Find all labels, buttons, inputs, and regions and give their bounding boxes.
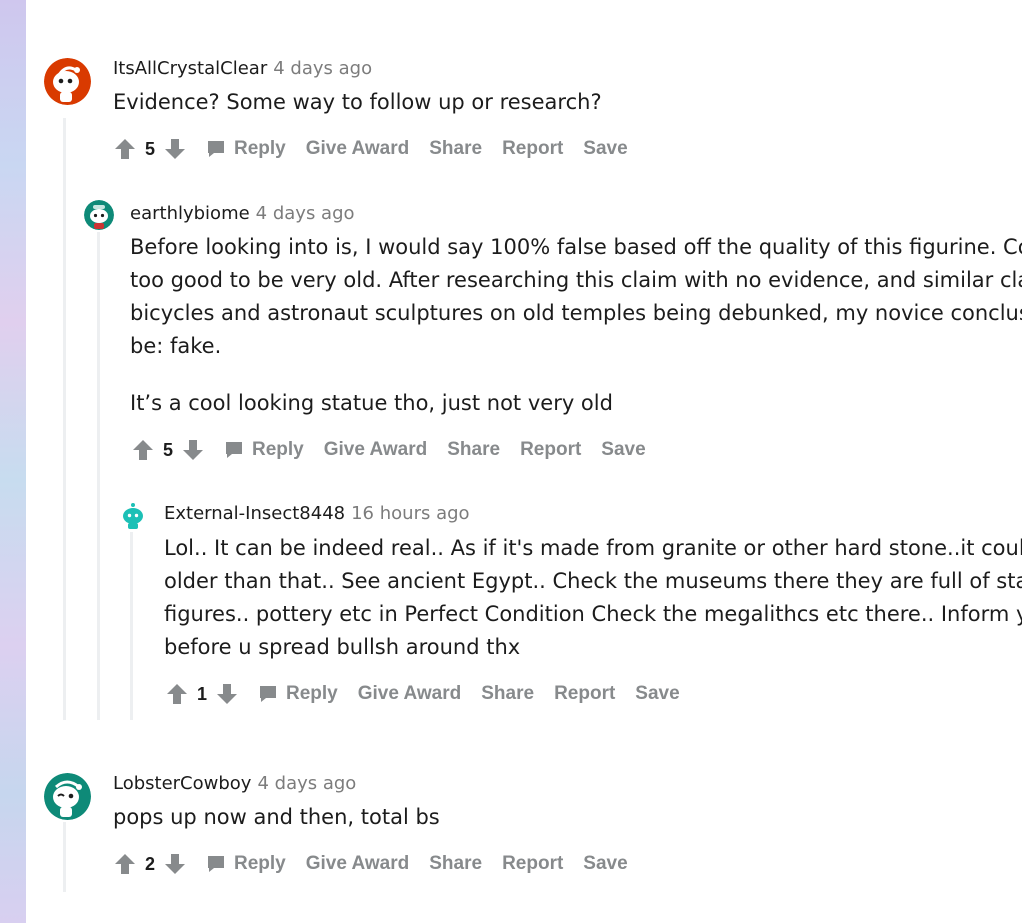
comment-line: Lol.. It can be indeed real.. As if it's… <box>164 536 1022 560</box>
downvote-icon <box>165 139 185 159</box>
comment-line: Evidence? Some way to follow up or resea… <box>113 90 602 114</box>
reply-button[interactable]: Reply <box>258 683 338 705</box>
reply-button[interactable]: Reply <box>206 138 286 160</box>
snoo-avatar-icon <box>84 200 114 230</box>
downvote-icon <box>217 684 237 704</box>
snoo-avatar-icon <box>44 773 91 820</box>
downvote-icon <box>165 854 185 874</box>
avatar[interactable] <box>44 58 91 105</box>
upvote-icon <box>167 684 187 704</box>
reply-label: Reply <box>234 138 286 159</box>
thread-line[interactable] <box>130 532 133 720</box>
upvote-icon <box>133 440 153 460</box>
comment-actions: 1 Reply Give Award Share Report Save <box>164 679 680 709</box>
downvote-button[interactable] <box>214 681 240 707</box>
upvote-icon <box>115 139 135 159</box>
comment-body: Before looking into is, I would say 100%… <box>130 231 1022 420</box>
comment-meta: earthlybiome 4 days ago <box>130 203 355 225</box>
reply-button[interactable]: Reply <box>224 439 304 461</box>
save-button[interactable]: Save <box>601 439 645 461</box>
comment-actions: 5 Reply Give Award Share Report Save <box>130 435 646 465</box>
snoo-avatar-icon <box>44 58 91 105</box>
avatar[interactable] <box>118 501 148 531</box>
thread-line[interactable] <box>63 822 66 892</box>
upvote-button[interactable] <box>164 681 190 707</box>
share-button[interactable]: Share <box>481 683 534 705</box>
avatar[interactable] <box>84 200 114 230</box>
give-award-button[interactable]: Give Award <box>358 683 462 705</box>
share-button[interactable]: Share <box>429 853 482 875</box>
comment-bubble-icon <box>226 442 242 458</box>
comment-line: Before looking into is, I would say 100%… <box>130 235 1022 259</box>
vote-score: 5 <box>144 138 155 159</box>
save-button[interactable]: Save <box>583 853 627 875</box>
comment-body: Lol.. It can be indeed real.. As if it's… <box>164 532 1022 664</box>
upvote-button[interactable] <box>112 851 138 877</box>
comment-meta: ItsAllCrystalClear 4 days ago <box>113 58 372 80</box>
comment-actions: 5 Reply Give Award Share Report Save <box>112 134 628 164</box>
upvote-icon <box>115 854 135 874</box>
username[interactable]: ItsAllCrystalClear <box>113 58 267 79</box>
username[interactable]: earthlybiome <box>130 203 250 224</box>
thread-line[interactable] <box>97 232 100 720</box>
comment-body: Evidence? Some way to follow up or resea… <box>113 86 602 119</box>
reply-label: Reply <box>252 439 304 460</box>
save-button[interactable]: Save <box>635 683 679 705</box>
save-button[interactable]: Save <box>583 138 627 160</box>
timestamp[interactable]: 4 days ago <box>273 58 372 79</box>
give-award-button[interactable]: Give Award <box>306 853 410 875</box>
downvote-button[interactable] <box>162 851 188 877</box>
downvote-button[interactable] <box>162 136 188 162</box>
comment-line: too good to be very old. After researchi… <box>130 268 1022 292</box>
report-button[interactable]: Report <box>554 683 615 705</box>
avatar[interactable] <box>44 773 91 820</box>
comment-meta: LobsterCowboy 4 days ago <box>113 773 356 795</box>
report-button[interactable]: Report <box>502 853 563 875</box>
report-button[interactable]: Report <box>520 439 581 461</box>
comment-meta: External-Insect8448 16 hours ago <box>164 503 470 525</box>
comment-line: be: fake. <box>130 334 222 358</box>
reply-label: Reply <box>286 683 338 704</box>
comment-line: figures.. pottery etc in Perfect Conditi… <box>164 602 1022 626</box>
vote-score: 5 <box>162 439 173 460</box>
comment-actions: 2 Reply Give Award Share Report Save <box>112 849 628 879</box>
comment-line: It’s a cool looking statue tho, just not… <box>130 391 613 415</box>
downvote-button[interactable] <box>180 437 206 463</box>
upvote-button[interactable] <box>112 136 138 162</box>
timestamp[interactable]: 16 hours ago <box>351 503 469 524</box>
timestamp[interactable]: 4 days ago <box>257 773 356 794</box>
share-button[interactable]: Share <box>429 138 482 160</box>
comment-bubble-icon <box>260 686 276 702</box>
give-award-button[interactable]: Give Award <box>306 138 410 160</box>
upvote-button[interactable] <box>130 437 156 463</box>
snoo-avatar-icon <box>118 501 148 531</box>
comment-line: bicycles and astronaut sculptures on old… <box>130 301 1022 325</box>
comment-bubble-icon <box>208 856 224 872</box>
reply-button[interactable]: Reply <box>206 853 286 875</box>
report-button[interactable]: Report <box>502 138 563 160</box>
comment-line: pops up now and then, total bs <box>113 805 440 829</box>
username[interactable]: LobsterCowboy <box>113 773 251 794</box>
username[interactable]: External-Insect8448 <box>164 503 345 524</box>
thread-line[interactable] <box>63 118 66 720</box>
vote-score: 1 <box>196 683 207 704</box>
reply-label: Reply <box>234 853 286 874</box>
comment-bubble-icon <box>208 141 224 157</box>
downvote-icon <box>183 440 203 460</box>
comment-line: before u spread bullsh around thx <box>164 635 521 659</box>
comment-line: older than that.. See ancient Egypt.. Ch… <box>164 569 1022 593</box>
share-button[interactable]: Share <box>447 439 500 461</box>
give-award-button[interactable]: Give Award <box>324 439 428 461</box>
background-strip <box>0 0 26 923</box>
comment-body: pops up now and then, total bs <box>113 801 440 834</box>
timestamp[interactable]: 4 days ago <box>256 203 355 224</box>
vote-score: 2 <box>144 853 155 874</box>
